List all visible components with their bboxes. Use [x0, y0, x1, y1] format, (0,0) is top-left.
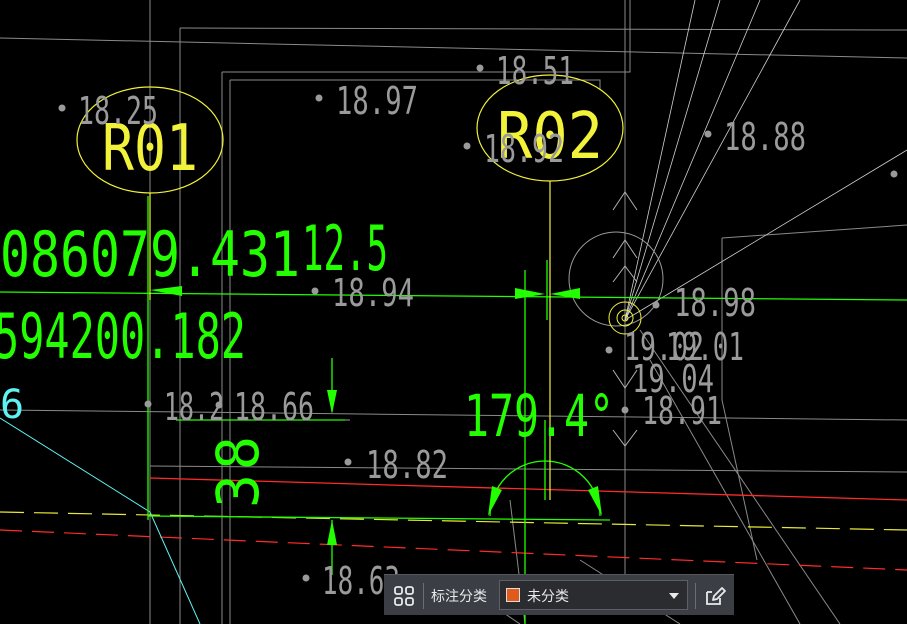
elevation-18-92: 18.92 — [484, 127, 564, 171]
toolbar-divider — [695, 583, 696, 609]
elevation-18-97: 18.97 — [336, 79, 418, 123]
cyan-lines — [0, 417, 201, 624]
road-lines — [0, 477, 907, 571]
elevation-18-98: 18.98 — [674, 281, 756, 325]
toolbar-divider — [423, 583, 424, 609]
white-rays — [300, 0, 907, 421]
annotation-category-select[interactable]: 未分类 — [499, 580, 688, 610]
dimension-fragment-6: 6 — [0, 382, 24, 428]
survey-circles — [568, 231, 664, 335]
category-color-swatch — [506, 588, 520, 602]
edit-icon[interactable] — [699, 581, 729, 611]
dimension-rotated-8: 8 — [204, 436, 272, 470]
elevation-18-25: 18.25 — [78, 89, 158, 133]
grid-icon[interactable] — [389, 581, 419, 611]
cad-canvas[interactable]: R01 R02 18.25 18.97 18.51 18.92 18.88 18… — [0, 0, 907, 624]
dimension-12-5: 12.5 — [302, 212, 388, 285]
elevation-18-82: 18.82 — [366, 443, 448, 487]
dimension-coordinate-2: 594200.182 — [0, 300, 246, 373]
annotation-category-label: 标注分类 — [431, 589, 487, 605]
elevation-18-91: 18.91 — [642, 389, 722, 433]
chevron-down-icon[interactable] — [669, 593, 679, 599]
rotated-dimension-text: 8 3 — [204, 436, 272, 508]
elevation-18-2: 18.2 — [164, 385, 224, 429]
dimension-coordinate-1: 086079.431 — [0, 218, 300, 291]
elevation-18-66: 18.66 — [234, 385, 314, 429]
annotation-toolbar: 标注分类 未分类 — [384, 574, 734, 615]
dimension-angle: 179.4° — [464, 382, 614, 450]
elevation-18-88: 18.88 — [724, 115, 806, 159]
dimension-rotated-3: 3 — [204, 474, 272, 508]
category-select-value: 未分类 — [527, 589, 569, 605]
elevation-18-51: 18.51 — [496, 49, 574, 93]
